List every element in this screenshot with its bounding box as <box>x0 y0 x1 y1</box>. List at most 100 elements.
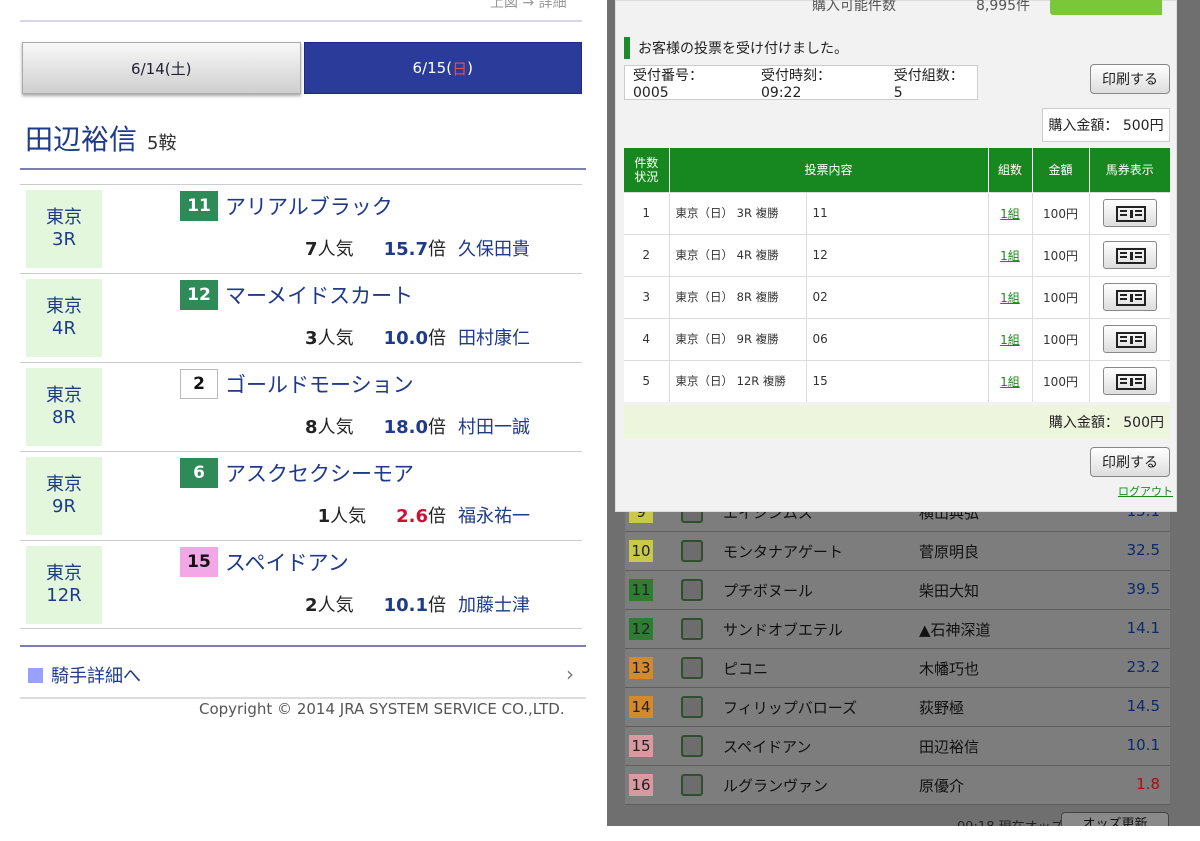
vote-sets-link[interactable]: 1組 <box>1000 207 1020 221</box>
horse-number-badge: 11 <box>180 191 218 221</box>
table-row: 4 東京（日） 9R 複勝 06 1組 100円 <box>624 317 1170 360</box>
tab-6-15[interactable]: 6/15(日) <box>303 42 582 94</box>
print-button[interactable]: 印刷する <box>1090 64 1170 94</box>
vote-sets-link[interactable]: 1組 <box>1000 249 1020 263</box>
odds-row: 10 モンタナアゲート 菅原明良 32.5 <box>625 532 1170 571</box>
ticket-view-button[interactable] <box>1102 325 1157 353</box>
select-checkbox[interactable] <box>681 735 703 757</box>
divider <box>20 645 586 647</box>
odds-update-button[interactable]: オッズ更新 <box>1061 812 1169 826</box>
jockey-assignee[interactable]: 福永祐一 <box>458 502 530 528</box>
odds-value: 10.1 <box>383 595 428 616</box>
horse-name[interactable]: マーメイドスカート <box>225 280 413 310</box>
purchasable-count: 購入可能件数 8,995件 <box>812 0 1162 17</box>
ride-row[interactable]: 東京 4R 12 マーメイドスカート 3 人気 10.0 倍田村康仁 <box>20 273 582 362</box>
horse-name[interactable]: ゴールドモーション <box>225 369 414 399</box>
venue-name: 東京 <box>46 385 82 406</box>
ride-row[interactable]: 東京 3R 11 アリアルブラック 7 人気 15.7 倍久保田貴 <box>20 184 582 273</box>
green-button[interactable] <box>1050 0 1162 15</box>
vote-sets-link[interactable]: 1組 <box>1000 291 1020 305</box>
ticket-icon <box>1115 332 1146 348</box>
print-button-bottom[interactable]: 印刷する <box>1090 447 1170 477</box>
ticket-cell <box>1089 359 1170 402</box>
ticket-cell <box>1089 317 1170 360</box>
table-row: 5 東京（日） 12R 複勝 15 1組 100円 <box>624 359 1170 402</box>
vote-amount: 100円 <box>1032 359 1090 402</box>
vote-sets-cell: 1組 <box>988 317 1033 360</box>
odds-value: 2.6 <box>396 506 428 527</box>
popularity: 1 <box>317 506 331 527</box>
vote-no: 4 <box>624 317 670 360</box>
vote-race: 東京（日） 8R 複勝 <box>669 275 807 318</box>
jockey-name: 木幡巧也 <box>919 660 980 678</box>
race-venue: 東京 4R <box>26 279 102 357</box>
link-label: 騎手詳細へ <box>51 666 141 687</box>
popularity: 2 <box>305 595 318 616</box>
odds-value: 23.2 <box>1126 658 1160 676</box>
jockey-assignee[interactable]: 久保田貴 <box>458 235 530 261</box>
divider <box>20 697 586 699</box>
jockey-assignee[interactable]: 加藤士津 <box>458 591 530 617</box>
odds-row: 11 プチボヌール 柴田大知 39.5 <box>625 571 1170 610</box>
ticket-view-button[interactable] <box>1102 241 1157 269</box>
jockey-assignee[interactable]: 村田一誠 <box>458 413 530 439</box>
vote-sets-link[interactable]: 1組 <box>1000 333 1020 347</box>
popularity-unit: 人気 <box>317 417 354 438</box>
odds-value: 10.1 <box>1126 736 1160 754</box>
horse-name[interactable]: アリアルブラック <box>225 191 393 221</box>
tab-label: 6/14(土) <box>131 59 192 78</box>
select-checkbox[interactable] <box>681 540 703 562</box>
accepted-text: お客様の投票を受け付けました。 <box>638 41 848 57</box>
tab-6-14[interactable]: 6/14(土) <box>22 42 301 94</box>
vote-selection: 02 <box>806 275 989 318</box>
jockey-detail-link[interactable]: 騎手詳細へ <box>28 662 141 688</box>
select-checkbox[interactable] <box>681 774 703 796</box>
ride-row[interactable]: 東京 8R 2 ゴールドモーション 8 人気 18.0 倍村田一誠 <box>20 362 582 451</box>
jockey-assignee[interactable]: 田村康仁 <box>458 324 530 350</box>
screenshot: 上図 → 詳細 6/14(土) 6/15(日) 田辺裕信 5鞍 東京 3R 11 アリ… <box>0 0 1200 841</box>
select-checkbox[interactable] <box>681 657 703 679</box>
odds-value: 15.7 <box>383 239 428 260</box>
odds-value: 32.5 <box>1126 541 1160 559</box>
horse-name: フィリップバローズ <box>723 699 857 717</box>
horse-name[interactable]: アスクセクシーモア <box>225 458 414 488</box>
race-number: 3R <box>52 229 76 250</box>
ride-row[interactable]: 東京 12R 15 スペイドアン 2 人気 10.1 倍加藤士津 <box>20 540 582 629</box>
jockey-name: 原優介 <box>919 777 965 795</box>
receipt-info: 受付番号： 0005 受付時刻： 09:22 受付組数： 5 <box>624 65 978 101</box>
ride-stats: 8 人気 18.0 倍村田一誠 <box>305 413 530 439</box>
venue-name: 東京 <box>46 207 82 228</box>
ride-row[interactable]: 東京 9R 6 アスクセクシーモア 1 人気 2.6 倍福永祐一 <box>20 451 582 540</box>
col-sets: 組数 <box>988 148 1033 192</box>
horse-number-badge: 16 <box>629 774 653 796</box>
ticket-view-button[interactable] <box>1102 199 1157 227</box>
header-label: 投票内容 <box>804 163 853 178</box>
ride-list: 東京 3R 11 アリアルブラック 7 人気 15.7 倍久保田貴 東京 4R 12 マーメイドスカー… <box>20 184 582 629</box>
receipt-time: 受付時刻： 09:22 <box>761 67 831 101</box>
logout-link[interactable]: ログアウト <box>1118 483 1173 499</box>
race-venue: 東京 8R <box>26 368 102 446</box>
select-checkbox[interactable] <box>681 696 703 718</box>
horse-name[interactable]: スペイドアン <box>225 547 349 577</box>
receipt-sets: 受付組数： 5 <box>893 67 964 101</box>
ticket-icon <box>1115 206 1146 222</box>
vote-no: 2 <box>624 233 670 276</box>
race-number: 9R <box>52 496 76 517</box>
ticket-view-button[interactable] <box>1102 367 1157 396</box>
vote-receipt-dialog: 購入可能件数 8,995件 お客様の投票を受け付けました。 受付番号： 0005… <box>615 0 1177 512</box>
odds-unit: 倍 <box>428 328 446 349</box>
odds-row: 15 スペイドアン 田辺裕信 10.1 <box>625 727 1170 766</box>
odds-value: 18.0 <box>383 417 428 438</box>
ticket-view-button[interactable] <box>1102 283 1157 311</box>
odds-value: 14.1 <box>1126 619 1160 637</box>
race-number: 8R <box>52 407 76 428</box>
chevron-right-icon[interactable]: › <box>566 662 574 686</box>
horse-name: ピコニ <box>723 660 769 678</box>
popularity-unit: 人気 <box>317 328 354 349</box>
vote-sets-link[interactable]: 1組 <box>1000 375 1020 389</box>
vote-sets-cell: 1組 <box>988 191 1033 234</box>
horse-number-badge: 13 <box>629 657 653 679</box>
horse-name: スペイドアン <box>723 738 812 756</box>
select-checkbox[interactable] <box>681 579 703 601</box>
select-checkbox[interactable] <box>681 618 703 640</box>
